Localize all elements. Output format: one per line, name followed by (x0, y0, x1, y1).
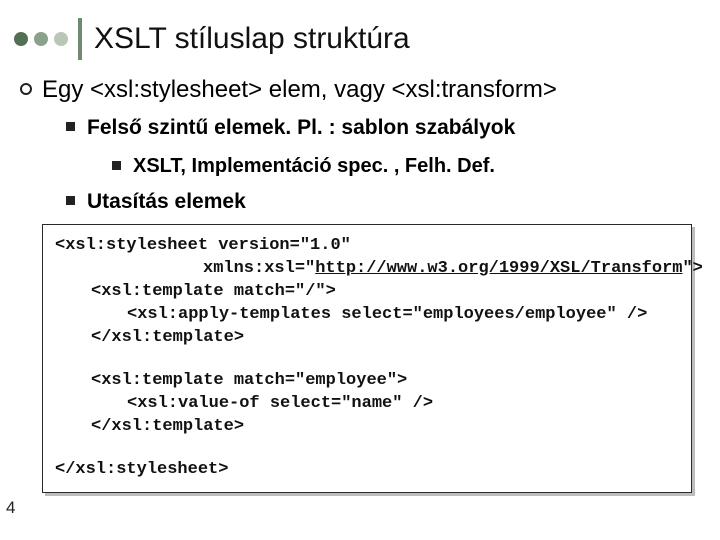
page-title: XSLT stíluslap struktúra (94, 22, 410, 56)
code-line: xmlns:xsl="http://www.w3.org/1999/XSL/Tr… (55, 258, 679, 281)
code-text: xmlns:xsl=" (203, 259, 315, 278)
square-bullet-icon (112, 161, 121, 170)
code-block: <xsl:stylesheet version="1.0" xmlns:xsl=… (42, 224, 692, 492)
code-line: </xsl:template> (55, 416, 679, 439)
dot-icon (14, 32, 28, 46)
bullet-text: Egy <xsl:stylesheet> elem, vagy <xsl:tra… (42, 74, 557, 106)
bullet-text: Utasítás elemek (87, 188, 246, 216)
code-line: <xsl:apply-templates select="employees/e… (55, 304, 679, 327)
bullet-level1: Egy <xsl:stylesheet> elem, vagy <xsl:tra… (20, 74, 704, 106)
slide-header: XSLT stíluslap struktúra (0, 0, 720, 70)
divider-icon (78, 18, 82, 60)
dot-icon (54, 32, 68, 46)
code-line: </xsl:stylesheet> (55, 460, 228, 479)
decor-dots (14, 32, 68, 46)
code-group: </xsl:stylesheet> (55, 459, 679, 482)
code-url: http://www.w3.org/1999/XSL/Transform (315, 259, 682, 278)
square-bullet-icon (66, 122, 75, 131)
bullet-level2: Felső szintű elemek. Pl. : sablon szabál… (66, 114, 704, 142)
code-group: <xsl:stylesheet version="1.0" xmlns:xsl=… (55, 235, 679, 350)
code-line: <xsl:template match="/"> (55, 281, 679, 304)
slide-content: Egy <xsl:stylesheet> elem, vagy <xsl:tra… (0, 70, 720, 493)
code-group: <xsl:template match="employee"> <xsl:val… (55, 370, 679, 439)
code-line: <xsl:template match="employee"> (55, 370, 679, 393)
bullet-level2: Utasítás elemek (66, 188, 704, 216)
code-text: "> (682, 259, 702, 278)
bullet-text: XSLT, Implementáció spec. , Felh. Def. (133, 153, 495, 180)
code-line: <xsl:stylesheet version="1.0" (55, 236, 351, 255)
code-line: </xsl:template> (55, 327, 679, 350)
bullet-level3: XSLT, Implementáció spec. , Felh. Def. (112, 153, 704, 180)
bullet-text: Felső szintű elemek. Pl. : sablon szabál… (87, 114, 515, 142)
square-bullet-icon (66, 196, 75, 205)
dot-icon (34, 32, 48, 46)
code-line: <xsl:value-of select="name" /> (55, 393, 679, 416)
circle-bullet-icon (20, 83, 32, 95)
slide-number: 4 (6, 498, 15, 518)
